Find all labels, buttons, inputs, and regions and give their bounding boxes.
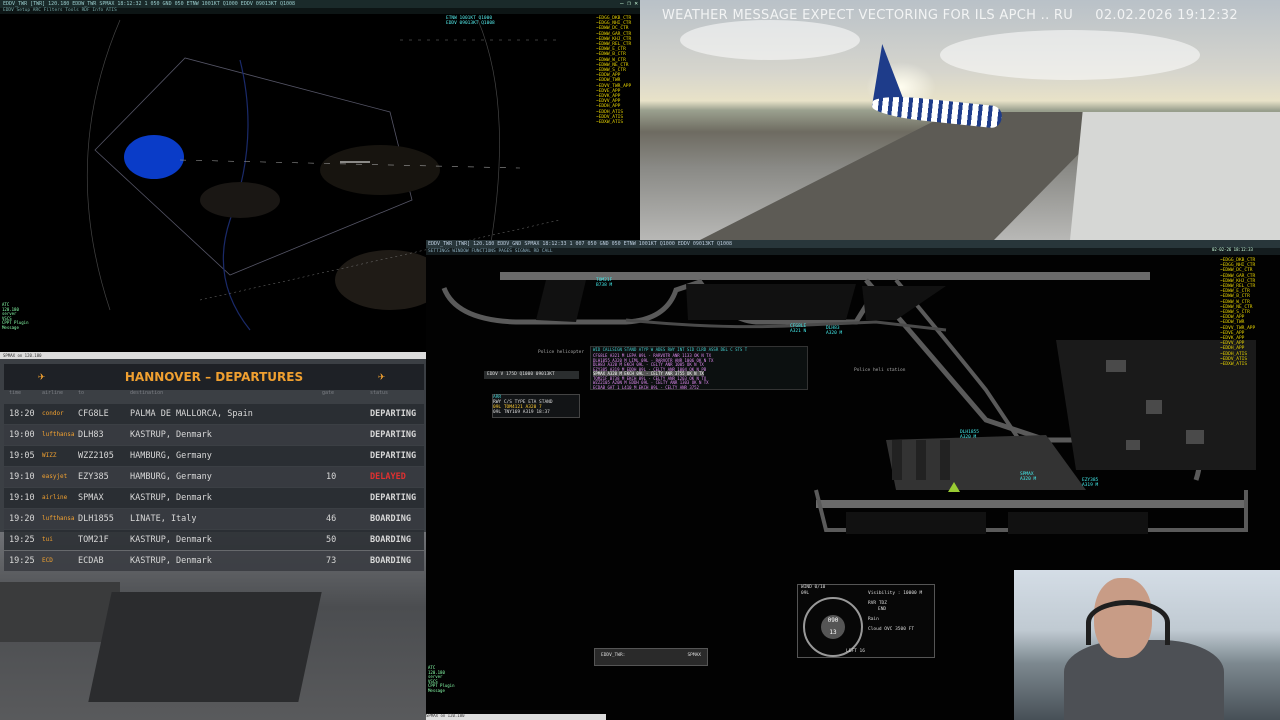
destination: LINATE, Italy: [130, 514, 197, 524]
cloud: [680, 20, 860, 60]
departure-list-header: WID CALLSIGN STAND ATYP W ADES RWY INT S…: [593, 347, 748, 352]
flight-status: DEPARTING: [370, 451, 417, 461]
airline-logo: condor: [42, 410, 64, 417]
airline-logo: ECD: [42, 557, 53, 564]
flight-number: WZZ2105: [78, 451, 114, 461]
aircraft-label[interactable]: SPMAX A320 M: [1020, 472, 1036, 482]
flight-status: DEPARTING: [370, 493, 417, 503]
departure-list-row[interactable]: ECDAB GAT 1 L410 M EKCH 09L - CELTY ANR …: [593, 385, 699, 390]
flight-time: 19:10: [9, 493, 35, 503]
airline-logo: WIZZ: [42, 452, 57, 459]
airline-logo: easyjet: [42, 473, 68, 480]
flight-status: BOARDING: [370, 514, 411, 524]
departures-board: ✈ HANNOVER – DEPARTURES ✈ time airline t…: [0, 352, 426, 720]
departure-row: 19:00 lufthansa DLH83 KASTRUP, Denmark DEPAR…: [4, 425, 424, 445]
departure-row: 19:25 ECD ECDAB KASTRUP, Denmark 73 BOARDING: [4, 551, 424, 571]
gate-number: 10: [326, 472, 337, 482]
destination: KASTRUP, Denmark: [130, 493, 212, 503]
headset-icon: [1086, 600, 1170, 645]
gate-number: 73: [326, 556, 337, 566]
airline-logo: tui: [42, 536, 53, 543]
departure-row: 19:25 tui TOM21F KASTRUP, Denmark 50 BOARDING: [4, 530, 424, 550]
flight-status: BOARDING: [370, 535, 411, 545]
airplane-icon: ✈: [378, 369, 386, 383]
gate-number: 46: [326, 514, 337, 524]
wind-dial: 090 13: [803, 597, 863, 657]
radar-status-panel: ATC 120.180 server VSCS CPPT Plugin Message: [2, 302, 29, 330]
departure-row: 18:20 condor CFG8LE PALMA DE MALLORCA, Spai…: [4, 404, 424, 424]
separator-strip: [0, 332, 426, 352]
ground-status-panel: ATC 120.180 server VSCS CPPT Plugin Message: [428, 665, 455, 693]
flight-time: 19:05: [9, 451, 35, 461]
departure-row: 19:10 airline SPMAX KASTRUP, Denmark DEPARTI…: [4, 488, 424, 508]
aircraft-label[interactable]: DLH1855 A320 M: [960, 430, 979, 440]
flight-number: ECDAB: [78, 556, 104, 566]
flight-time: 19:10: [9, 472, 35, 482]
command-line[interactable]: EDDV_TWR: SPMAX: [594, 648, 708, 666]
terminal-roof: [88, 592, 322, 702]
metar-box[interactable]: EDDV V 175D Q1000 09013KT: [484, 371, 579, 379]
lake-shape: [124, 135, 184, 179]
flight-time: 19:20: [9, 514, 35, 524]
cloud: [940, 30, 1200, 80]
sim-message-overlay: WEATHER MESSAGE EXPECT VECTORING FOR ILS…: [662, 8, 1238, 23]
board-title: HANNOVER – DEPARTURES: [124, 370, 304, 384]
destination: PALMA DE MALLORCA, Spain: [130, 409, 253, 419]
aircraft-label[interactable]: CFG8LE A321 N: [790, 324, 806, 334]
board-column-headers: time airline to destination gate status: [9, 390, 389, 396]
departure-row: 19:10 easyjet EZY385 HAMBURG, Germany 10 DELA…: [4, 467, 424, 487]
flight-number: EZY385: [78, 472, 109, 482]
webcam-overlay: [1014, 570, 1280, 720]
flight-status: DEPARTING: [370, 409, 417, 419]
destination: KASTRUP, Denmark: [130, 535, 212, 545]
runway-surface: [700, 112, 1120, 240]
flight-number: TOM21F: [78, 535, 109, 545]
gate-number: 50: [326, 535, 337, 545]
destination: HAMBURG, Germany: [130, 472, 212, 482]
controller-frequency-list[interactable]: ~EDGG_DKB_CTR ~EDGG_NHI_CTR ~EDWW_DC_CTR ~E…: [1220, 258, 1255, 367]
place-label: Police heli station: [854, 368, 906, 373]
ground-bottom-label: SPMAX on 120.180: [426, 713, 606, 720]
flight-status: DELAYED: [370, 472, 406, 482]
airline-logo: lufthansa: [42, 431, 75, 438]
flight-number: DLH1855: [78, 514, 114, 524]
airline-logo: airline: [42, 494, 68, 501]
wind-widget: WIND 0/10 09L 090 13 Visibility : 10000 M…: [797, 584, 935, 658]
destination: KASTRUP, Denmark: [130, 556, 212, 566]
departure-row: 19:05 WIZZ WZZ2105 HAMBURG, Germany DEPARTIN…: [4, 446, 424, 466]
flight-sim-view: WEATHER MESSAGE EXPECT VECTORING FOR ILS…: [640, 0, 1280, 240]
destination: KASTRUP, Denmark: [130, 430, 212, 440]
flight-time: 18:20: [9, 409, 35, 419]
controller-frequency-list[interactable]: ~EDGG_DKB_CTR ~EDGG_NHI_CTR ~EDWW_DC_CTR ~E…: [596, 16, 631, 125]
metar-ticket: ETNW 1001KT Q1000 EDDV 09013KT Q1008: [446, 16, 495, 26]
destination: HAMBURG, Germany: [130, 451, 212, 461]
flight-status: BOARDING: [370, 556, 411, 566]
airline-logo: lufthansa: [42, 515, 75, 522]
aircraft-label[interactable]: TOM21F B738 M: [596, 278, 612, 288]
arrivals-list[interactable]: ARR RWY C/S TYPE ETA STAND 09L TOM4121 A…: [492, 394, 580, 418]
person-body: [1064, 640, 1224, 720]
flight-number: CFG8LE: [78, 409, 109, 419]
flight-status: DEPARTING: [370, 430, 417, 440]
flight-time: 19:25: [9, 556, 35, 566]
departure-row: 19:20 lufthansa DLH1855 LINATE, Italy 46 BOAR…: [4, 509, 424, 529]
aircraft-label[interactable]: DLH83 A320 M: [826, 326, 842, 336]
flight-number: SPMAX: [78, 493, 104, 503]
board-header: ✈ HANNOVER – DEPARTURES ✈: [4, 364, 424, 390]
snow-field: [1070, 112, 1280, 240]
flight-time: 19:00: [9, 430, 35, 440]
aircraft-label[interactable]: EZY385 A319 M: [1082, 478, 1098, 488]
fids-window-title: SPMAX on 120.180: [0, 352, 429, 359]
place-label: Police helicopter: [538, 350, 585, 355]
departure-list[interactable]: WID CALLSIGN STAND ATYP W ADES RWY INT S…: [590, 346, 808, 390]
flight-time: 19:25: [9, 535, 35, 545]
flight-number: DLH83: [78, 430, 104, 440]
